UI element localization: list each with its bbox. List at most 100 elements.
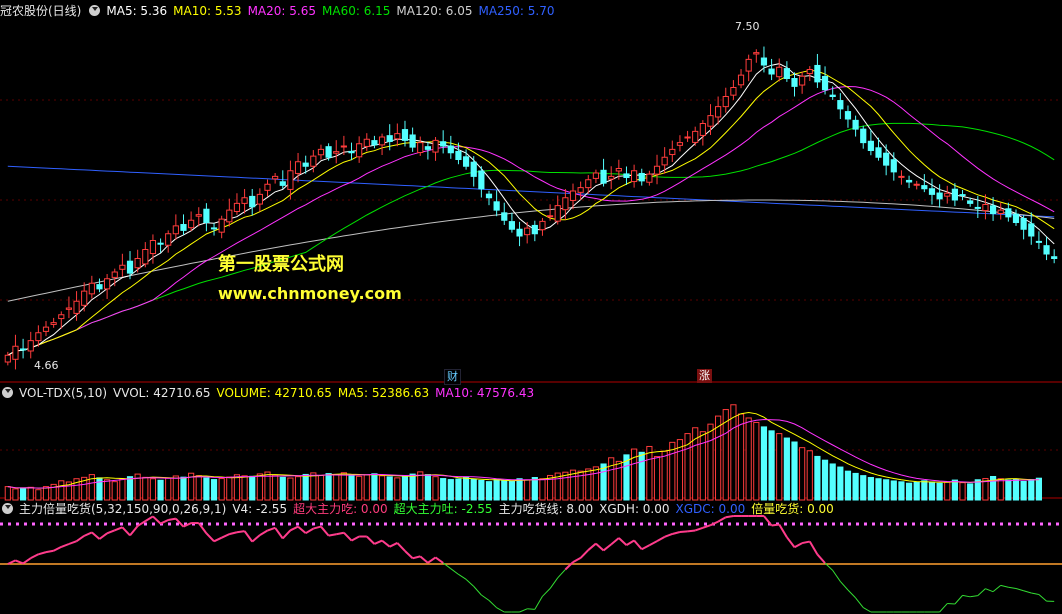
volume-bar	[844, 470, 852, 501]
volume-bar	[440, 478, 447, 501]
candle-body	[768, 68, 775, 75]
indicator-oscillator-segment	[221, 533, 230, 539]
volume-bar	[715, 415, 722, 501]
volume-bar	[753, 421, 760, 501]
volume-bar	[195, 475, 202, 501]
candle-body	[203, 208, 210, 224]
candle-body	[455, 150, 462, 160]
dropdown-circle-icon[interactable]	[2, 503, 13, 514]
candle-body	[81, 290, 88, 306]
candle-body	[776, 66, 783, 78]
indicator-oscillator-segment	[557, 569, 566, 579]
volume-bar	[661, 450, 668, 501]
volume-bar	[539, 478, 546, 501]
volume-bar	[111, 481, 118, 501]
watermark-title: 第一股票公式网	[218, 254, 344, 275]
indicator-oscillator-segment	[15, 559, 24, 565]
indicator-oscillator-segment	[549, 577, 559, 589]
indicator-oscillator-segment	[771, 523, 780, 527]
dropdown-circle-icon[interactable]	[2, 387, 13, 398]
volume-bar	[883, 479, 890, 501]
event-tag-zhang[interactable]: 涨	[697, 369, 712, 383]
candle-body	[829, 94, 836, 98]
volume-bar	[745, 417, 752, 501]
candle-body	[944, 192, 951, 197]
indicator-oscillator-segment	[1000, 584, 1009, 588]
candlestick-series[interactable]	[4, 46, 1058, 370]
indicator-name[interactable]: 主力倍量吃货(5,32,150,90,0,26,9,1)	[19, 502, 226, 516]
volume-bar	[974, 479, 981, 501]
volume-bar	[905, 482, 913, 501]
volume-bar	[317, 474, 325, 501]
volume-bar	[760, 426, 768, 501]
indicator-oscillator-segment	[1008, 586, 1017, 590]
candle-body	[745, 58, 752, 72]
volume-bar	[669, 441, 676, 501]
candle-body	[623, 173, 630, 178]
candle-body	[218, 218, 225, 233]
volume-bar	[287, 477, 294, 501]
indicator-oscillator-segment	[83, 531, 93, 537]
candle-body	[821, 75, 829, 91]
candle-body	[501, 212, 508, 221]
indicator-oscillator-segment	[862, 607, 872, 613]
candle-body	[997, 209, 1004, 214]
volume-bar	[226, 476, 233, 501]
candle-body	[783, 68, 790, 79]
low-price-label: 4.66	[34, 359, 59, 372]
indicator-oscillator-segment	[832, 570, 841, 582]
indicator-oscillator-segment	[587, 542, 597, 551]
indicator-oscillator-segment	[1038, 594, 1047, 602]
candle-body	[294, 161, 302, 174]
volume-bar	[936, 482, 943, 501]
indicator-oscillator-segment	[91, 531, 101, 540]
volume-bar	[256, 473, 263, 501]
candle-body	[470, 161, 477, 177]
volume-bar	[165, 477, 172, 501]
volume-bar	[210, 479, 218, 501]
volume-bar	[1012, 478, 1020, 501]
vol-indicator-name[interactable]: VOL-TDX(5,10)	[19, 386, 107, 400]
volume-bar	[867, 477, 874, 501]
volume-bar	[1028, 479, 1035, 501]
candle-body	[905, 179, 913, 183]
candle-body	[188, 219, 195, 229]
candle-body	[653, 165, 661, 175]
main-chart-header: 冠农股份(日线) MA5: 5.36 MA10: 5.53 MA20: 5.65 MA6…	[0, 2, 561, 20]
volume-bar	[638, 451, 645, 501]
volume-bar	[180, 476, 187, 501]
candle-body	[378, 136, 386, 146]
candle-body	[928, 188, 936, 195]
candle-body	[264, 183, 271, 191]
volume-bar	[241, 475, 248, 501]
candle-body	[401, 129, 409, 141]
event-tag-cai[interactable]: 财	[444, 369, 461, 385]
indicator-oscillator-segment	[496, 607, 505, 613]
volume-bar	[302, 473, 309, 501]
volume-bar	[356, 475, 363, 501]
vvol-value: VVOL: 42710.65	[113, 386, 211, 400]
dropdown-circle-icon[interactable]	[89, 5, 101, 16]
volume-bar	[783, 437, 790, 501]
candle-body	[88, 282, 95, 295]
indicator-oscillator-segment	[251, 534, 261, 543]
volume-bars[interactable]	[4, 404, 1043, 501]
ma20-value: MA20: 5.65	[247, 4, 316, 18]
candle-body	[12, 345, 19, 360]
indicator-oscillator-segment	[259, 529, 269, 536]
volume-bar	[96, 477, 103, 501]
volume-bar	[967, 483, 974, 501]
indicator-oscillator-segment	[427, 556, 437, 564]
volume-bar	[126, 476, 134, 501]
volume-bar	[447, 479, 454, 501]
candle-body	[210, 227, 218, 230]
candle-body	[554, 205, 561, 222]
candle-body	[325, 146, 332, 158]
indicator-oscillator-segment	[396, 542, 406, 552]
ma120-value: MA120: 6.05	[396, 4, 473, 18]
stock-name-label[interactable]: 冠农股份(日线)	[0, 4, 81, 18]
candle-body	[478, 170, 485, 190]
indicator-oscillator-segment	[977, 588, 986, 597]
indicator-oscillator-segment	[160, 519, 169, 525]
candle-body	[967, 200, 974, 204]
